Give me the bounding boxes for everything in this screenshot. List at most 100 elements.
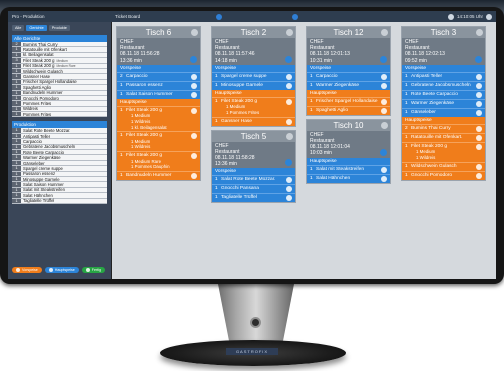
edit-ticket-icon[interactable] [190,55,197,63]
order-item[interactable]: 1 Minosuppe Garnele [212,80,295,90]
order-item[interactable]: 1 Passaron essenz [117,80,200,90]
settings-icon[interactable] [486,13,492,20]
tab-produkte[interactable]: Produkte [48,25,70,31]
order-item[interactable]: 1 Salat Hähnchen [307,173,390,183]
order-item[interactable]: 1 Warmer Ziegenkäse [307,80,390,90]
circle-icon [48,268,53,272]
order-item[interactable]: 1 Filet Steak 200 g1 Medium Rare 1 Pommes … [117,150,200,171]
check-icon[interactable] [191,107,197,114]
order-item[interactable]: 2 Bumins Thai Curry [402,123,485,133]
check-icon[interactable] [191,172,197,179]
order-item[interactable]: 1 Bandnudeln Hummer [117,170,200,180]
order-item[interactable]: 1 Filet Steak 200 g1 Medium 1 Pommes Frite… [212,96,295,117]
check-icon[interactable] [381,73,387,80]
order-item[interactable]: 1 Wildschwein Gulasch [402,161,485,171]
order-item[interactable]: 1 Warmer Ziegenkäse [402,98,485,108]
check-icon[interactable] [286,177,292,184]
close-ticket-icon[interactable] [476,29,483,36]
order-item[interactable]: 1 Rote Beete Carpaccio [402,89,485,99]
check-icon[interactable] [476,82,482,89]
check-icon[interactable] [381,166,387,173]
order-item[interactable]: 1 Spargel creme suppe [212,71,295,81]
edit-ticket-icon[interactable] [475,55,482,63]
check-icon[interactable] [381,98,387,105]
check-icon[interactable] [476,143,482,150]
check-icon[interactable] [286,186,292,193]
check-icon[interactable] [286,73,292,80]
course-header[interactable]: Hauptspeise [212,89,295,97]
order-item[interactable]: 1 Filet Steak 200 g1 Medium 1 Wildreis 1 kl… [117,105,200,132]
check-icon[interactable] [286,82,292,89]
edit-ticket-icon[interactable] [380,55,387,63]
order-item[interactable]: 1 Gnocchi Pomodoro [402,170,485,180]
check-icon[interactable] [191,91,197,98]
close-ticket-icon[interactable] [286,132,293,140]
circle-icon [16,268,20,272]
check-icon[interactable] [381,82,387,89]
course-header[interactable]: Hauptspeise [307,89,390,97]
course-header[interactable]: Vorspeise [307,64,390,72]
order-item[interactable]: 1 Gnocchi Pansana [212,184,295,194]
order-item[interactable]: 1 Antipasti Teller [402,71,485,81]
check-icon[interactable] [381,175,387,182]
edit-ticket-icon[interactable] [380,148,387,156]
item-name: Passaron essenz [126,82,163,88]
order-item[interactable]: 1 Frischer Spargel Hollandaise [307,96,390,106]
filter-fertig-button[interactable]: Fertig [81,267,105,273]
check-icon[interactable] [191,82,197,89]
course-header[interactable]: Hauptspeise [402,116,485,124]
stand-knob-icon [250,317,261,328]
order-item[interactable]: 1 Filet Steak 200 g1 Medium 1 Wildreis [402,141,485,162]
item-count: 1 [12,47,21,52]
check-icon[interactable] [476,100,482,107]
filter-hauptspeise-button[interactable]: Hauptspeise [44,267,79,273]
check-icon[interactable] [191,133,197,140]
course-header[interactable]: Vorspeise [212,168,295,176]
course-header[interactable]: Vorspeise [212,64,295,72]
monitor-stand [218,284,294,346]
close-ticket-icon[interactable] [381,121,388,129]
close-ticket-icon[interactable] [286,29,293,36]
check-icon[interactable] [476,109,482,116]
course-header[interactable]: Hauptspeise [117,98,200,106]
check-icon[interactable] [476,91,482,98]
check-icon[interactable] [286,195,292,202]
course-header[interactable]: Hauptspeise [307,157,390,165]
refresh-icon[interactable] [215,13,222,20]
check-icon[interactable] [476,172,482,179]
check-icon[interactable] [191,73,197,80]
order-item[interactable]: 1 Salat Saison Hummer [117,89,200,99]
close-ticket-icon[interactable] [381,29,388,36]
check-icon[interactable] [286,118,292,125]
sidebar-list-item[interactable]: 1 Tagliatelle Trüffel [12,198,107,204]
check-icon[interactable] [191,152,197,159]
order-item[interactable]: 1 Salat mit Steakstreifen [307,164,390,174]
check-icon[interactable] [381,107,387,114]
ticket-card: Tisch 3 CHEF Restaurant 08.11.18 12:02:13 09… [401,26,486,181]
tab-alle[interactable]: Alle [12,25,25,31]
check-icon[interactable] [476,125,482,132]
filter-vorspeise-button[interactable]: Vorspeise [12,267,42,273]
course-header[interactable]: Vorspeise [117,64,200,72]
item-name: Filet Steak 200 g1 Medium 1 Pommes Frites [221,99,286,116]
order-item[interactable]: 1 Spaghetti Aglio [307,105,390,115]
order-item[interactable]: 1 Carpaccio [307,71,390,81]
edit-ticket-icon[interactable] [285,55,292,63]
order-item[interactable]: 1 Tagliatelle Trüffel [212,193,295,203]
filter-icon[interactable] [291,13,298,20]
close-ticket-icon[interactable] [191,29,198,36]
check-icon[interactable] [476,134,482,141]
order-item[interactable]: 1 Gebratene Jacobsmuscheln [402,80,485,90]
order-item[interactable]: 1 Gansner Hase [212,116,295,126]
check-icon[interactable] [476,163,482,170]
sidebar-list-item[interactable]: 1 Pommes Frites [12,112,107,118]
order-item[interactable]: 1 Salat Rote Beete Mozzar. [212,175,295,185]
order-item[interactable]: 1 Filet Steak 200 g1 Medium 1 Wildreis [117,131,200,151]
order-item[interactable]: 2 Carpaccio [117,71,200,81]
course-header[interactable]: Vorspeise [402,64,485,72]
check-icon[interactable] [286,98,292,105]
check-icon[interactable] [476,73,482,80]
order-item[interactable]: 1 Ratatouille mit Ofenkart. [402,132,485,142]
order-item[interactable]: 1 Gänseleber [402,107,485,117]
tab-gerichte[interactable]: Gerichte [26,25,47,31]
